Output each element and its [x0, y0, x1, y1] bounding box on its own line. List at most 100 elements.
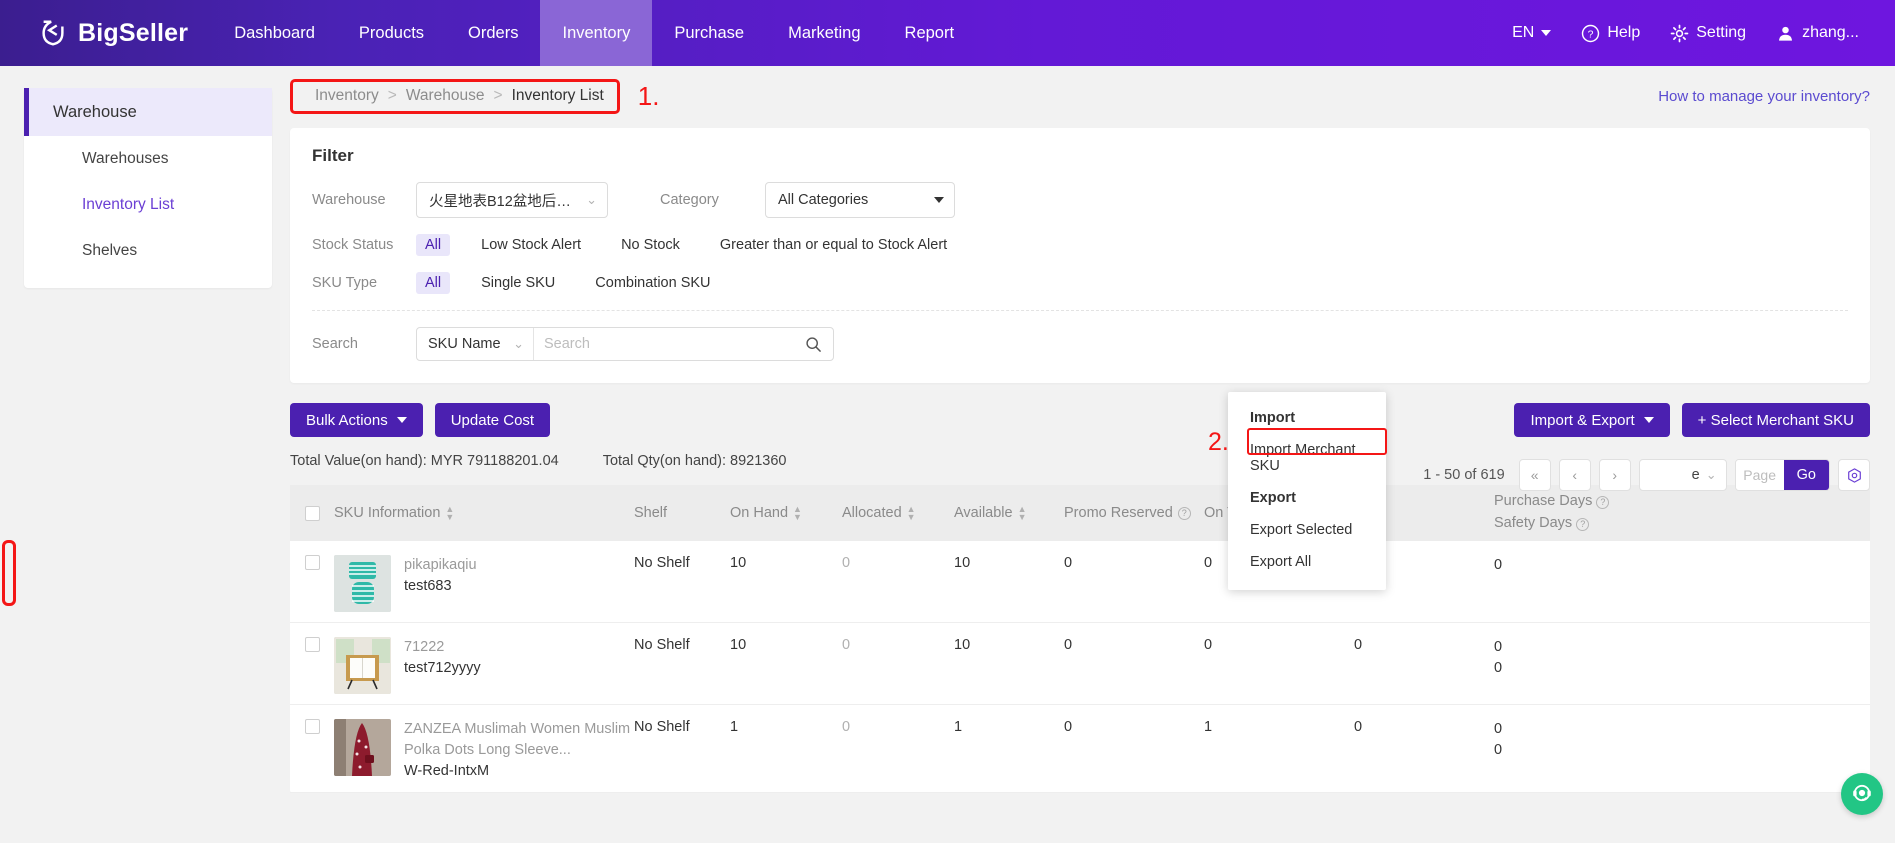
product-thumbnail[interactable]	[334, 719, 391, 776]
info-icon[interactable]: ?	[1177, 506, 1191, 520]
bulk-actions-button[interactable]: Bulk Actions	[290, 403, 423, 437]
setting-button[interactable]: Setting	[1670, 24, 1746, 43]
dropdown-item-export-all[interactable]: Export All	[1228, 546, 1386, 578]
annotation-highlight-import-merchant-sku	[1247, 428, 1387, 455]
select-all-checkbox[interactable]	[304, 505, 320, 521]
search-input[interactable]	[534, 328, 793, 360]
stock-status-option-low-stock-alert[interactable]: Low Stock Alert	[472, 234, 590, 256]
update-cost-label: Update Cost	[450, 411, 535, 429]
help-button[interactable]: ? Help	[1581, 24, 1640, 43]
nav-item-marketing[interactable]: Marketing	[766, 0, 882, 66]
column-available[interactable]: Available ▲ ▼	[954, 505, 1064, 522]
sidebar-item-inventory-list[interactable]: Inventory List	[24, 182, 272, 228]
column-sku-information[interactable]: SKU Information ▲ ▼	[334, 505, 634, 522]
language-selector[interactable]: EN	[1512, 24, 1552, 42]
row-available: 1	[954, 719, 963, 735]
select-merchant-sku-button[interactable]: + Select Merchant SKU	[1681, 403, 1870, 437]
user-icon	[1779, 26, 1793, 41]
nav-item-inventory[interactable]: Inventory	[540, 0, 653, 66]
sku-title[interactable]: pikapikaqiu	[404, 555, 477, 576]
table-settings-button[interactable]	[1838, 459, 1870, 491]
nav-item-dashboard[interactable]: Dashboard	[212, 0, 337, 66]
stock-status-option-all[interactable]: All	[416, 234, 451, 256]
pagination-next-button[interactable]: ›	[1598, 459, 1631, 491]
account-menu[interactable]: zhang...	[1776, 24, 1859, 43]
purchase-safety-days-labels: Purchase Days ? Safety Days ?	[1494, 492, 1610, 533]
column-sku-information-label: SKU Information	[334, 505, 441, 521]
customer-support-chat-button[interactable]	[1841, 773, 1883, 815]
nav-items: Dashboard Products Orders Inventory Purc…	[212, 0, 976, 66]
filter-title: Filter	[312, 146, 354, 165]
column-on-hand[interactable]: On Hand ▲ ▼	[730, 505, 842, 522]
sku-type-option-all[interactable]: All	[416, 272, 451, 294]
page-size-select[interactable]: e ⌄	[1638, 459, 1727, 491]
breadcrumb-row: Inventory > Warehouse > Inventory List 1…	[290, 78, 1870, 114]
pagination-first-button[interactable]: «	[1518, 459, 1551, 491]
sidebar-item-warehouses[interactable]: Warehouses	[24, 136, 272, 182]
annotation-step-2: 2.	[1208, 428, 1229, 456]
column-allocated-label: Allocated	[842, 505, 902, 521]
bulk-actions-label: Bulk Actions	[306, 411, 388, 429]
how-to-manage-inventory-link[interactable]: How to manage your inventory?	[1658, 88, 1870, 105]
search-group: SKU Name ⌄	[416, 327, 834, 361]
stock-status-option-no-stock[interactable]: No Stock	[612, 234, 689, 256]
sku-subtitle: W-Red-IntxM	[404, 763, 490, 780]
svg-text:?: ?	[1588, 29, 1594, 40]
row-promo-reserved: 0	[1064, 637, 1073, 653]
nav-item-products[interactable]: Products	[337, 0, 446, 66]
row-checkbox[interactable]	[304, 719, 320, 734]
warehouse-select[interactable]: 火星地表B12盆地后勤仓... ⌄	[416, 182, 608, 218]
column-purchase-safety-days: Purchase Days ? Safety Days ?	[1494, 492, 1674, 533]
column-shelf: Shelf	[634, 505, 730, 521]
sort-icon: ▲ ▼	[906, 504, 916, 522]
product-thumbnail[interactable]	[334, 637, 391, 694]
sidebar: Warehouse Warehouses Inventory List Shel…	[24, 88, 272, 288]
nav-item-purchase[interactable]: Purchase	[652, 0, 766, 66]
sku-title[interactable]: ZANZEA Muslimah Women Muslim Polka Dots …	[404, 719, 634, 761]
stock-status-option-greater-equal-alert[interactable]: Greater than or equal to Stock Alert	[711, 234, 956, 256]
table-row[interactable]: ZANZEA Muslimah Women Muslim Polka Dots …	[290, 705, 1870, 794]
breadcrumb-warehouse[interactable]: Warehouse	[406, 87, 485, 105]
page-go-button[interactable]: Go	[1783, 460, 1829, 490]
dropdown-item-export-selected[interactable]: Export Selected	[1228, 514, 1386, 546]
sidebar-header-warehouse[interactable]: Warehouse	[24, 88, 272, 136]
row-checkbox[interactable]	[304, 555, 320, 570]
sku-type-option-combination-sku[interactable]: Combination SKU	[586, 272, 719, 294]
pagination-prev-button[interactable]: ‹	[1558, 459, 1591, 491]
sku-type-option-single-sku[interactable]: Single SKU	[472, 272, 564, 294]
column-shelf-label: Shelf	[634, 505, 668, 521]
info-icon[interactable]: ?	[1596, 496, 1610, 510]
search-button[interactable]	[793, 336, 833, 353]
sidebar-item-shelves[interactable]: Shelves	[24, 228, 272, 274]
info-icon[interactable]: ?	[1576, 518, 1590, 531]
table-row[interactable]: 71222 test712yyyy No Shelf 10 0 10 0 0 0…	[290, 623, 1870, 705]
sku-subtitle: test683	[404, 578, 452, 595]
breadcrumb-separator-1: >	[387, 86, 397, 104]
row-available: 10	[954, 637, 971, 653]
sku-text-block: 71222 test712yyyy	[404, 637, 481, 694]
sku-title[interactable]: 71222	[404, 637, 481, 658]
page-number-input[interactable]	[1735, 460, 1784, 490]
row-days: 0 0	[1494, 719, 1674, 782]
row-on-the-way: 1	[1204, 719, 1213, 735]
row-checkbox-cell	[290, 555, 334, 612]
brand-logo-area[interactable]: BigSeller	[0, 0, 212, 66]
bigseller-logo-icon	[42, 20, 64, 46]
category-value: All Categories	[778, 192, 869, 208]
main-content: Inventory > Warehouse > Inventory List 1…	[290, 78, 1870, 794]
import-export-button[interactable]: Import & Export	[1514, 403, 1670, 437]
left-edge-annotation-marker	[2, 540, 16, 606]
breadcrumb-inventory[interactable]: Inventory	[315, 87, 379, 105]
row-purchase-days: 0	[1494, 639, 1503, 655]
nav-item-report[interactable]: Report	[883, 0, 977, 66]
row-checkbox[interactable]	[304, 637, 320, 652]
table-row[interactable]: pikapikaqiu test683 No Shelf 10 0 10 0 0…	[290, 541, 1870, 623]
nav-item-orders[interactable]: Orders	[446, 0, 540, 66]
search-field-select[interactable]: SKU Name ⌄	[417, 328, 534, 360]
column-allocated[interactable]: Allocated ▲ ▼	[842, 504, 954, 522]
update-cost-button[interactable]: Update Cost	[434, 403, 551, 437]
dropdown-group-export: Export	[1250, 490, 1296, 506]
product-thumbnail[interactable]	[334, 555, 391, 612]
category-select[interactable]: All Categories	[765, 182, 955, 218]
top-navigation-bar: BigSeller Dashboard Products Orders Inve…	[0, 0, 1895, 66]
